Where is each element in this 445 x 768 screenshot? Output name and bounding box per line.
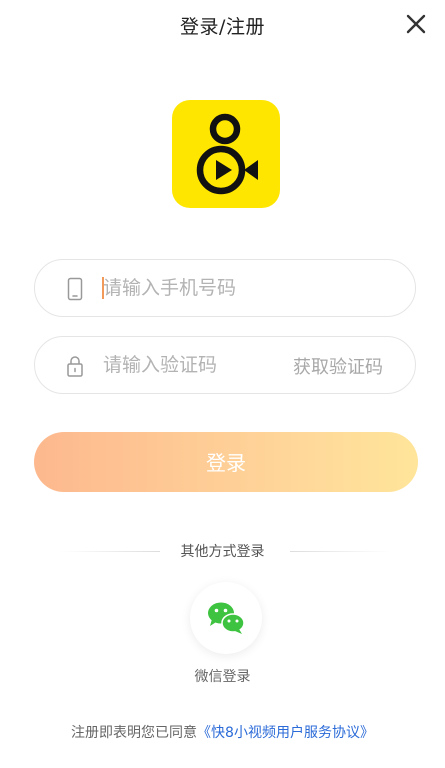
- get-code-button[interactable]: 获取验证码: [293, 353, 383, 379]
- close-icon[interactable]: [405, 13, 427, 35]
- phone-icon: [67, 277, 83, 301]
- agreement-link[interactable]: 《快8小视频用户服务协议》: [197, 725, 374, 741]
- lock-icon: [67, 356, 83, 377]
- code-input[interactable]: [103, 337, 273, 393]
- login-button[interactable]: 登录: [34, 432, 418, 492]
- header: 登录/注册: [0, 0, 445, 50]
- agreement-prefix: 注册即表明您已同意: [71, 725, 198, 741]
- wechat-login-button[interactable]: [190, 582, 262, 654]
- page-title: 登录/注册: [180, 16, 265, 38]
- code-field[interactable]: 获取验证码: [34, 336, 416, 394]
- phone-field[interactable]: [34, 259, 416, 317]
- phone-input[interactable]: [103, 260, 393, 316]
- other-methods-divider: 其他方式登录: [0, 541, 445, 561]
- text-caret: [102, 277, 104, 299]
- divider-line-right: [290, 551, 390, 552]
- app-logo: [172, 100, 280, 208]
- video-camera-icon: [196, 113, 258, 195]
- wechat-icon: [208, 602, 245, 634]
- agreement-text: 注册即表明您已同意《快8小视频用户服务协议》: [0, 722, 445, 742]
- wechat-login-label: 微信登录: [194, 669, 251, 685]
